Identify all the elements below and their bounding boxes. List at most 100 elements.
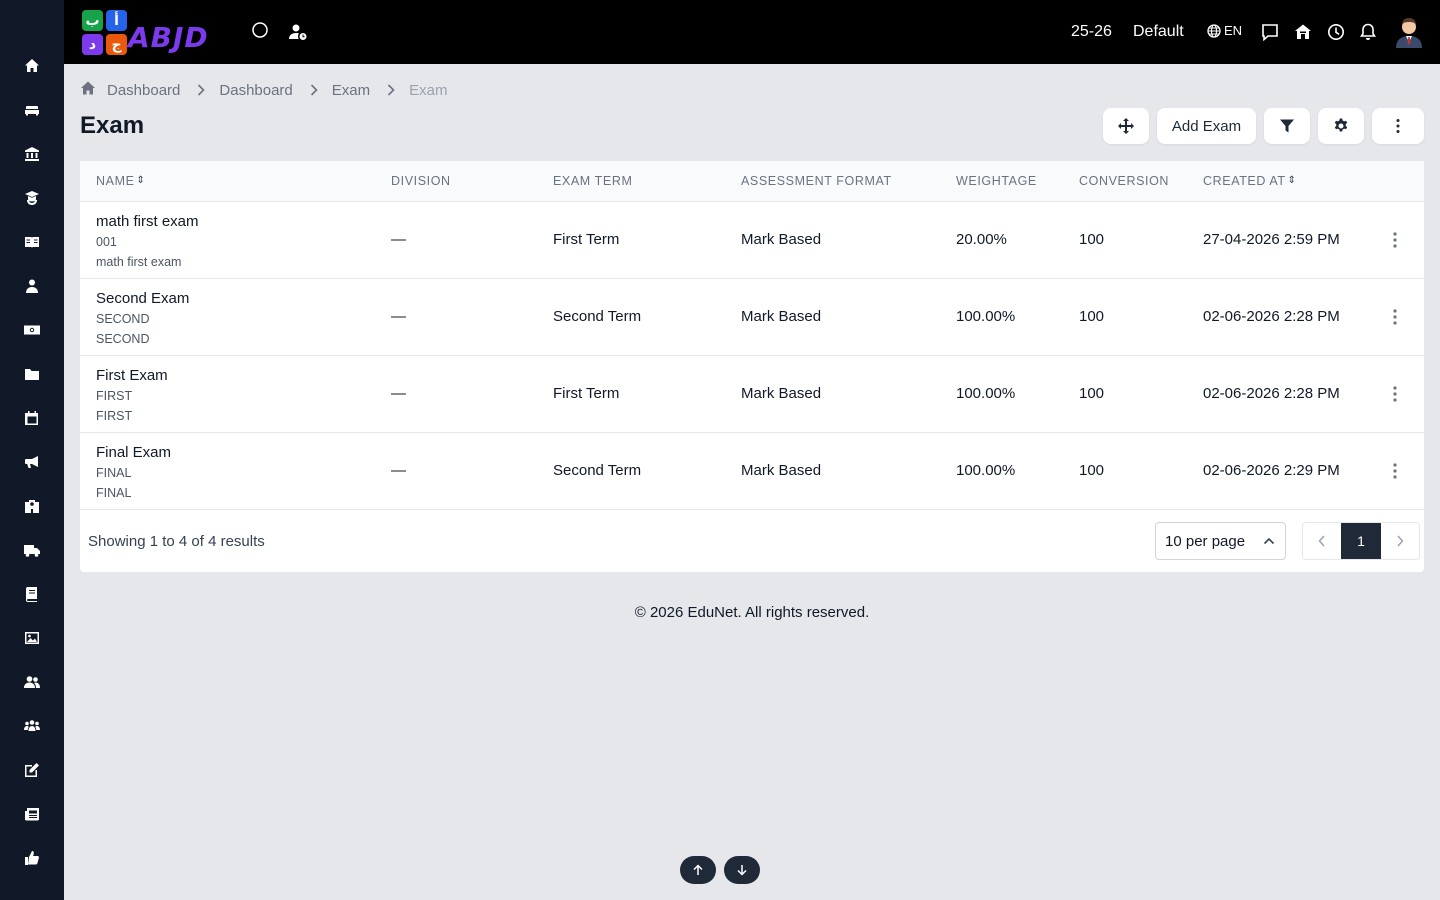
prev-page-button[interactable] — [1303, 523, 1341, 559]
logo-tile-jim: ج — [106, 34, 127, 55]
clock-icon[interactable] — [1326, 22, 1346, 42]
sidebar — [0, 0, 64, 900]
people-group-icon[interactable] — [22, 716, 42, 736]
app-logo[interactable]: ب أ د ج ABJD — [80, 8, 226, 56]
settings-button[interactable] — [1318, 108, 1364, 144]
home-icon[interactable] — [22, 56, 42, 76]
truck-icon[interactable] — [22, 540, 42, 560]
reorder-button[interactable] — [1103, 108, 1149, 144]
exam-term-cell: Second Term — [553, 308, 642, 325]
table-row[interactable]: math first exam 001 math first exam — First … — [80, 202, 1424, 279]
more-options-button[interactable] — [1372, 108, 1424, 144]
sofa-icon[interactable] — [22, 100, 42, 120]
school-icon[interactable] — [22, 496, 42, 516]
column-header-name[interactable]: NAME ⇕ — [96, 174, 146, 188]
arrow-up-icon — [693, 864, 703, 875]
home-icon[interactable] — [80, 80, 96, 100]
sort-icon[interactable]: ⇕ — [137, 176, 146, 186]
table-header: NAME ⇕ DIVISION EXAM TERM ASSESSMENT FORM… — [80, 161, 1424, 202]
image-icon[interactable] — [22, 628, 42, 648]
per-page-select[interactable]: 10 per page — [1155, 522, 1286, 560]
language-label: EN — [1224, 23, 1243, 38]
breadcrumb-item-exam[interactable]: Exam — [332, 82, 370, 99]
exam-description: FIRST — [96, 409, 133, 423]
breadcrumb-item-current: Exam — [409, 81, 448, 99]
chevron-right-icon — [386, 84, 398, 96]
row-actions-button[interactable] — [1386, 230, 1404, 250]
division-cell: — — [391, 231, 406, 248]
sort-icon[interactable]: ⇕ — [1288, 176, 1297, 186]
exam-term-cell: First Term — [553, 231, 620, 248]
logo-wordmark: ABJD — [128, 21, 209, 54]
bank-icon[interactable] — [22, 144, 42, 164]
table-row[interactable]: First Exam FIRST FIRST — First Term Mark Base… — [80, 356, 1424, 433]
table-row[interactable]: Final Exam FINAL FINAL — Second Term Mark Bas… — [80, 433, 1424, 510]
chevron-right-icon — [196, 84, 208, 96]
filter-button[interactable] — [1264, 108, 1310, 144]
language-selector[interactable]: EN — [1207, 23, 1242, 38]
user-clock-icon[interactable] — [288, 22, 308, 42]
chat-icon[interactable] — [1260, 22, 1280, 42]
user-avatar[interactable] — [1394, 16, 1424, 48]
column-header-division: DIVISION — [391, 174, 451, 188]
row-actions-button[interactable] — [1386, 384, 1404, 404]
page-button-1[interactable]: 1 — [1341, 523, 1381, 559]
branch-selector[interactable]: Default — [1133, 22, 1184, 42]
exam-name[interactable]: math first exam — [96, 213, 199, 230]
graduate-icon[interactable] — [22, 188, 42, 208]
book-open-icon[interactable] — [22, 232, 42, 252]
exam-term-cell: Second Term — [553, 462, 642, 479]
column-header-created-at[interactable]: CREATED AT ⇕ — [1203, 174, 1297, 188]
user-icon[interactable] — [22, 276, 42, 296]
breadcrumb-item-dashboard-2[interactable]: Dashboard — [219, 82, 292, 99]
calendar-icon[interactable] — [22, 408, 42, 428]
users-icon[interactable] — [22, 672, 42, 692]
folder-icon[interactable] — [22, 364, 42, 384]
column-header-conversion: CONVERSION — [1079, 174, 1170, 188]
book-icon[interactable] — [22, 584, 42, 604]
weightage-cell: 20.00% — [956, 231, 1007, 248]
chevron-right-icon — [309, 84, 321, 96]
filter-icon — [1280, 119, 1294, 133]
exam-code: SECOND — [96, 312, 150, 326]
page-title: Exam — [80, 112, 145, 139]
row-actions-button[interactable] — [1386, 461, 1404, 481]
breadcrumb-item-dashboard[interactable]: Dashboard — [107, 82, 180, 99]
money-icon[interactable] — [22, 320, 42, 340]
exam-name[interactable]: Second Exam — [96, 290, 189, 307]
logo-tile-ba: ب — [82, 10, 103, 31]
table-row[interactable]: Second Exam SECOND SECOND — Second Term Mark … — [80, 279, 1424, 356]
column-header-exam-term: EXAM TERM — [553, 174, 633, 188]
weightage-cell: 100.00% — [956, 462, 1016, 479]
exam-name[interactable]: Final Exam — [96, 444, 171, 461]
division-cell: — — [391, 385, 406, 402]
edit-icon[interactable] — [22, 760, 42, 780]
created-at-cell: 02-06-2026 2:28 PM — [1203, 385, 1340, 402]
logo-tile-dal: د — [82, 34, 103, 55]
breadcrumb: Dashboard Dashboard Exam Exam — [80, 80, 447, 100]
move-arrows-icon — [1118, 118, 1134, 134]
globe-icon — [1207, 23, 1221, 38]
thumbs-up-icon[interactable] — [22, 848, 42, 868]
circle-icon[interactable] — [250, 20, 270, 40]
more-vertical-icon — [1393, 463, 1397, 479]
school-home-icon[interactable] — [1293, 22, 1313, 42]
row-actions-button[interactable] — [1386, 307, 1404, 327]
exam-name[interactable]: First Exam — [96, 367, 168, 384]
weightage-cell: 100.00% — [956, 308, 1016, 325]
megaphone-icon[interactable] — [22, 452, 42, 472]
column-header-assessment-format: ASSESSMENT FORMAT — [741, 174, 892, 188]
scroll-up-button[interactable] — [680, 856, 716, 884]
scroll-down-button[interactable] — [724, 856, 760, 884]
division-cell: — — [391, 462, 406, 479]
add-exam-button[interactable]: Add Exam — [1157, 108, 1256, 144]
more-vertical-icon — [1396, 119, 1400, 133]
session-selector[interactable]: 25-26 — [1071, 22, 1112, 42]
bell-icon[interactable] — [1358, 22, 1378, 42]
created-at-cell: 02-06-2026 2:28 PM — [1203, 308, 1340, 325]
exam-table-card: NAME ⇕ DIVISION EXAM TERM ASSESSMENT FORM… — [80, 161, 1424, 572]
next-page-button[interactable] — [1381, 523, 1419, 559]
assessment-format-cell: Mark Based — [741, 231, 822, 248]
pagination: 1 — [1302, 522, 1420, 560]
newspaper-icon[interactable] — [22, 804, 42, 824]
